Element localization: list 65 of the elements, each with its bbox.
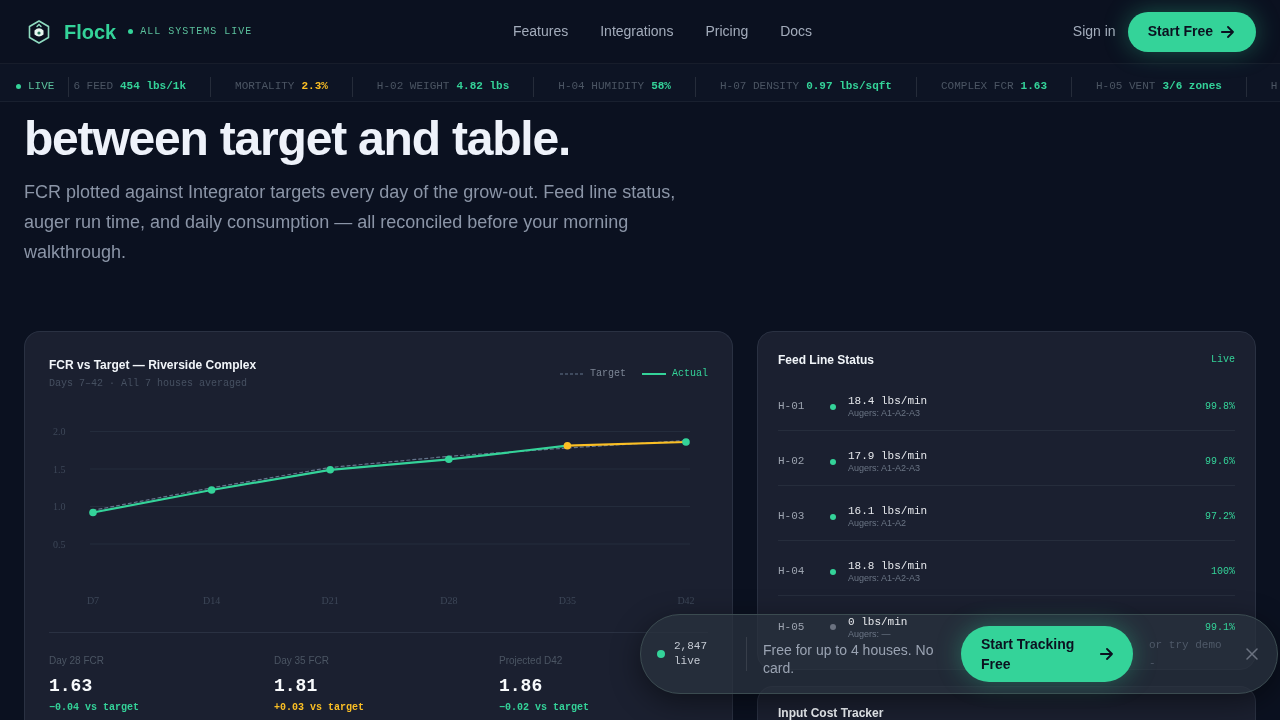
stat-value: 1.81 xyxy=(274,675,318,697)
ticker-label: COMPLEX FCR xyxy=(941,79,1014,95)
uptime-percent: 99.8% xyxy=(1205,400,1235,414)
ticker-label: H-05 VENT xyxy=(1096,79,1156,95)
nav-link[interactable]: Features xyxy=(513,21,569,42)
nav-link[interactable]: Integrations xyxy=(600,21,674,42)
ticker-label: H-04 HUMIDITY xyxy=(558,79,645,95)
live-count: 2,847 live xyxy=(674,639,708,669)
auger-list: Augers: A1-A2 xyxy=(848,518,907,529)
legend-label: Actual xyxy=(672,367,708,381)
ticker-label: H xyxy=(1270,79,1278,95)
auger-list: Augers: A1-A2-A3 xyxy=(848,573,921,584)
hero-headline: between target and table. xyxy=(24,114,571,164)
ticker-live-label: LIVE xyxy=(28,79,55,95)
uptime-percent: 99.6% xyxy=(1205,455,1235,469)
live-label: Live xyxy=(1211,353,1235,367)
feed-rate: 16.1 lbs/min xyxy=(848,504,928,518)
uptime-percent: 99.1% xyxy=(1205,620,1235,635)
sign-in-link[interactable]: Sign in xyxy=(1072,21,1116,42)
house-id: H-01 xyxy=(778,399,806,415)
auger-list: Augers: — xyxy=(848,628,891,640)
stat-value: 1.86 xyxy=(499,675,543,697)
nav-link[interactable]: Pricing xyxy=(705,21,749,42)
ticker-label: MORTALITY xyxy=(235,79,295,95)
house-id: H-04 xyxy=(778,564,806,580)
hexagon-logo-icon xyxy=(28,19,50,44)
auger-list: Augers: A1-A2-A3 xyxy=(848,463,921,474)
house-id: H-02 xyxy=(778,454,806,470)
brand-name[interactable]: Flock xyxy=(64,19,117,44)
ticker-value: 0.97 lbs/sqft xyxy=(806,79,892,95)
feed-rate: 18.8 lbs/min xyxy=(848,559,928,573)
ticker-label: H-02 WEIGHT xyxy=(376,79,450,95)
ticker-value: 58% xyxy=(651,79,671,95)
ticker-value: 1.63 xyxy=(1020,79,1047,95)
ticker-value: 2.3% xyxy=(301,79,328,95)
system-status: ALL SYSTEMS LIVE xyxy=(140,25,253,39)
uptime-percent: 97.2% xyxy=(1205,510,1235,524)
ticker-value: 454 lbs/1k xyxy=(120,79,187,95)
feed-rate: 17.9 lbs/min xyxy=(848,449,928,463)
card-title: Input Cost Tracker xyxy=(778,706,885,720)
stat-value: 1.63 xyxy=(49,675,93,697)
feed-rate: 18.4 lbs/min xyxy=(848,394,928,408)
house-id: H-03 xyxy=(778,509,806,525)
arrow-right-icon xyxy=(1221,25,1234,38)
house-id: H-05 xyxy=(778,619,806,635)
legend-label: Target xyxy=(589,367,626,381)
card-title: Feed Line Status xyxy=(778,352,875,368)
start-free-button[interactable]: Start Free xyxy=(1127,11,1256,52)
nav-link[interactable]: Docs xyxy=(780,21,813,42)
stat-delta: −0.04 vs target xyxy=(49,701,139,715)
feed-rate: 0 lbs/min xyxy=(848,614,908,629)
arrow-right-icon xyxy=(1100,648,1113,660)
chart-title: FCR vs Target — Riverside Complex xyxy=(49,357,257,374)
ticker-value: 3/6 zones xyxy=(1162,79,1222,95)
close-icon xyxy=(1246,648,1258,660)
ticker-label: H-07 DENSITY xyxy=(719,79,800,95)
auger-list: Augers: A1-A2-A3 xyxy=(848,408,921,419)
stat-delta: −0.02 vs target xyxy=(499,701,589,715)
uptime-percent: 100% xyxy=(1211,565,1235,579)
ticker-value: 4.82 lbs xyxy=(456,79,510,95)
hero-subtitle: FCR plotted against Integrator targets every day of the grow-out. Feed line status, auger run time, and daily consumption — all reconciled before your morning walkthrough. xyxy=(24,181,677,264)
start-tracking-button[interactable]: Start Tracking Free xyxy=(961,626,1133,682)
stat-delta: +0.03 vs target xyxy=(274,701,364,715)
close-button[interactable] xyxy=(1246,648,1258,660)
signup-message: Free for up to 4 houses. No card. xyxy=(763,641,935,677)
